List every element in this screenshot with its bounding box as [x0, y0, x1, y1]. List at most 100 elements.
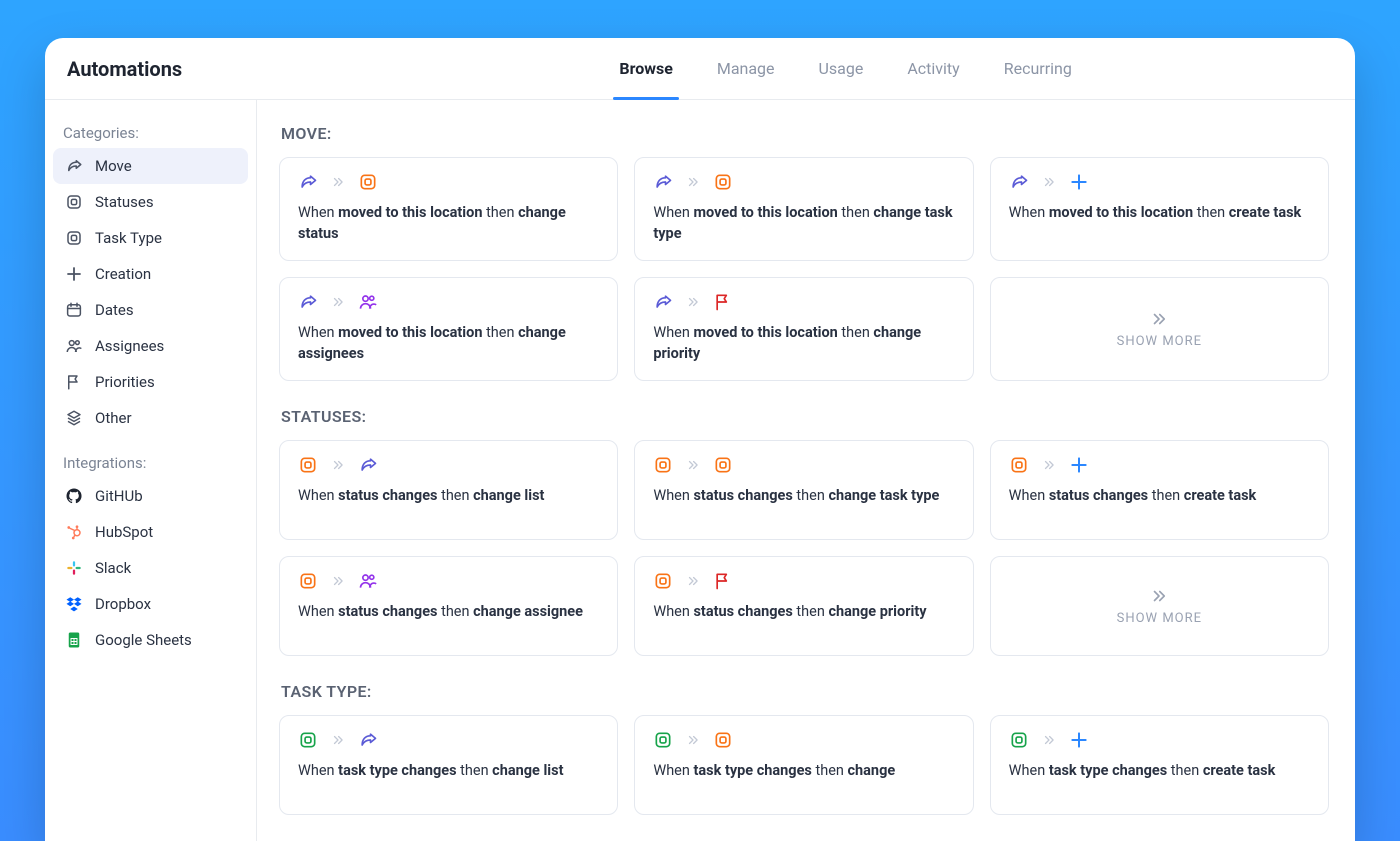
tab-recurring[interactable]: Recurring — [1004, 38, 1072, 99]
status-icon — [65, 193, 83, 211]
card-text-action: change assignee — [473, 603, 583, 620]
sidebar-item-label: Creation — [95, 265, 151, 283]
automation-card[interactable]: When status changes then create task — [990, 440, 1329, 540]
sidebar-item-priorities[interactable]: Priorities — [53, 364, 248, 400]
sidebar-item-assignees[interactable]: Assignees — [53, 328, 248, 364]
card-text-prefix: When — [1009, 487, 1049, 504]
automation-card[interactable]: When moved to this location then change … — [634, 277, 973, 381]
section-title: STATUSES: — [281, 407, 1329, 426]
automation-card[interactable]: When status changes then change task typ… — [634, 440, 973, 540]
move-purple-icon — [653, 172, 673, 192]
card-grid: When moved to this location then change … — [279, 157, 1329, 381]
card-text-prefix: When — [1009, 762, 1049, 779]
card-text-trigger: status changes — [693, 603, 792, 620]
sidebar-item-label: Dropbox — [95, 595, 151, 613]
sidebar-item-google-sheets[interactable]: Google Sheets — [53, 622, 248, 658]
card-text-trigger: status changes — [693, 487, 792, 504]
card-text-mid: then — [838, 204, 874, 221]
automation-card[interactable]: When moved to this location then create … — [990, 157, 1329, 261]
sidebar-item-creation[interactable]: Creation — [53, 256, 248, 292]
move-purple-icon — [298, 292, 318, 312]
card-text-action: change priority — [828, 603, 926, 620]
card-text-action: create task — [1203, 762, 1276, 779]
sidebar-item-dropbox[interactable]: Dropbox — [53, 586, 248, 622]
assignees-purple-icon — [358, 292, 378, 312]
tab-manage[interactable]: Manage — [717, 38, 775, 99]
tab-activity[interactable]: Activity — [907, 38, 959, 99]
card-text-action: create task — [1184, 487, 1257, 504]
tab-usage[interactable]: Usage — [819, 38, 864, 99]
card-text-trigger: task type changes — [338, 762, 456, 779]
card-text-mid: then — [1148, 487, 1184, 504]
card-text-action: change — [848, 762, 896, 779]
calendar-icon — [65, 301, 83, 319]
move-purple-icon — [1009, 172, 1029, 192]
sidebar-item-label: Priorities — [95, 373, 155, 391]
card-text-prefix: When — [298, 324, 338, 341]
move-purple-icon — [298, 172, 318, 192]
show-more-button[interactable]: SHOW MORE — [990, 556, 1329, 656]
chevron-right-icon — [683, 172, 703, 192]
card-text-prefix: When — [1009, 204, 1049, 221]
sidebar-item-label: Dates — [95, 301, 134, 319]
sidebar-item-dates[interactable]: Dates — [53, 292, 248, 328]
header-tabs: Browse Manage Usage Activity Recurring — [439, 38, 1071, 99]
sidebar-item-github[interactable]: GitHUb — [53, 478, 248, 514]
automation-card[interactable]: When moved to this location then change … — [279, 277, 618, 381]
card-text-mid: then — [482, 324, 518, 341]
sidebar-item-task-type[interactable]: Task Type — [53, 220, 248, 256]
card-text-prefix: When — [653, 324, 693, 341]
card-text-prefix: When — [298, 603, 338, 620]
card-text-trigger: moved to this location — [693, 204, 837, 221]
status-orange-icon — [713, 172, 733, 192]
plus-blue-icon — [1069, 172, 1089, 192]
card-text: When moved to this location then change … — [298, 322, 599, 364]
tab-browse[interactable]: Browse — [619, 38, 672, 99]
automation-card[interactable]: When status changes then change priority — [634, 556, 973, 656]
card-text-mid: then — [1167, 762, 1203, 779]
status-orange-icon — [653, 455, 673, 475]
status-green-icon — [1009, 730, 1029, 750]
card-text-trigger: status changes — [338, 487, 437, 504]
sidebar-item-label: Task Type — [95, 229, 162, 247]
card-text-mid: then — [812, 762, 848, 779]
card-text: When task type changes then change — [653, 760, 954, 781]
automation-card[interactable]: When status changes then change assignee — [279, 556, 618, 656]
sidebar-item-statuses[interactable]: Statuses — [53, 184, 248, 220]
sidebar-item-hubspot[interactable]: HubSpot — [53, 514, 248, 550]
card-icon-row — [1009, 455, 1310, 475]
status-orange-icon — [713, 455, 733, 475]
app-window: Automations BrowseManageUsageActivityRec… — [45, 38, 1355, 841]
card-text-mid: then — [793, 487, 829, 504]
card-text-mid: then — [838, 324, 874, 341]
chevron-right-icon — [683, 730, 703, 750]
status-green-icon — [653, 730, 673, 750]
sidebar-item-slack[interactable]: Slack — [53, 550, 248, 586]
show-more-button[interactable]: SHOW MORE — [990, 277, 1329, 381]
automation-card[interactable]: When moved to this location then change … — [279, 157, 618, 261]
automation-card[interactable]: When task type changes then create task — [990, 715, 1329, 815]
card-grid: When task type changes then change listW… — [279, 715, 1329, 815]
card-text-trigger: status changes — [1049, 487, 1148, 504]
sidebar-item-label: HubSpot — [95, 523, 153, 541]
main-content: MOVE:When moved to this location then ch… — [257, 100, 1355, 841]
card-text: When status changes then change list — [298, 485, 599, 506]
body: Categories: Move Statuses Task Type Creatio… — [45, 100, 1355, 841]
card-text-action: change list — [473, 487, 544, 504]
automation-card[interactable]: When moved to this location then change … — [634, 157, 973, 261]
automation-card[interactable]: When status changes then change list — [279, 440, 618, 540]
card-text-action: change list — [492, 762, 563, 779]
sidebar-item-other[interactable]: Other — [53, 400, 248, 436]
chevron-right-icon — [328, 292, 348, 312]
card-text-mid: then — [437, 487, 473, 504]
section-title: TASK TYPE: — [281, 682, 1329, 701]
sidebar-item-move[interactable]: Move — [53, 148, 248, 184]
sidebar-item-label: Statuses — [95, 193, 154, 211]
automation-card[interactable]: When task type changes then change list — [279, 715, 618, 815]
card-text: When status changes then change assignee — [298, 601, 599, 622]
sidebar-heading-categories: Categories: — [53, 116, 248, 148]
status-icon — [65, 229, 83, 247]
card-text: When moved to this location then change … — [653, 322, 954, 364]
automation-card[interactable]: When task type changes then change — [634, 715, 973, 815]
show-more-label: SHOW MORE — [1117, 334, 1202, 349]
